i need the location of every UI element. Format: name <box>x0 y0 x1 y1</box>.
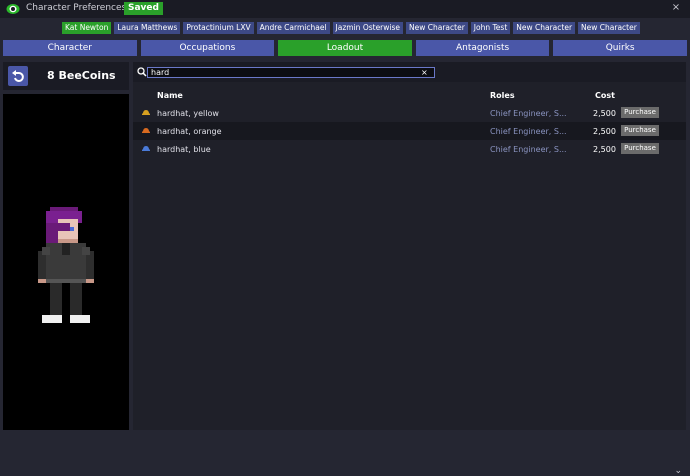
column-roles: Roles <box>490 91 515 100</box>
item-name: hardhat, blue <box>157 145 211 154</box>
search-bar: × <box>133 62 686 82</box>
tab-occupations[interactable]: Occupations <box>140 40 275 56</box>
item-roles: Chief Engineer, S... <box>490 127 567 136</box>
character-tab[interactable]: New Character <box>406 22 468 34</box>
tab-loadout[interactable]: Loadout <box>278 40 412 56</box>
column-cost: Cost <box>595 91 615 100</box>
purchase-button[interactable]: Purchase <box>621 107 659 118</box>
hardhat-icon <box>142 110 150 115</box>
undo-icon <box>12 70 24 82</box>
character-preview <box>3 94 129 430</box>
tab-character[interactable]: Character <box>3 40 137 56</box>
scroll-down-icon[interactable]: ⌄ <box>674 466 682 476</box>
rotate-preview-button[interactable] <box>8 66 28 86</box>
character-tab[interactable]: Jazmin Osterwise <box>332 22 404 34</box>
clear-search-icon[interactable]: × <box>421 67 428 78</box>
saved-badge: Saved <box>124 2 163 15</box>
item-roles: Chief Engineer, S... <box>490 109 567 118</box>
character-tab[interactable]: Protactinium LXV <box>183 22 254 34</box>
table-row: hardhat, blue Chief Engineer, S... 2,500… <box>133 140 686 158</box>
eye-icon <box>6 4 20 14</box>
table-row: hardhat, yellow Chief Engineer, S... 2,5… <box>133 104 686 122</box>
item-cost: 2,500 <box>593 109 616 118</box>
loadout-panel: × Name Roles Cost hardhat, yellow Chief … <box>133 62 686 476</box>
balance-bar: 8 BeeCoins <box>3 62 129 90</box>
title-bar: Character Preferences Saved × <box>0 0 690 18</box>
hardhat-icon <box>142 146 150 151</box>
tab-antagonists[interactable]: Antagonists <box>415 40 550 56</box>
character-tab[interactable]: Kat Newton <box>62 22 112 34</box>
section-tabs: Character Occupations Loadout Antagonist… <box>3 40 687 56</box>
character-tab[interactable]: New Character <box>513 22 576 34</box>
character-tab[interactable]: Laura Matthews <box>114 22 181 34</box>
character-sprite <box>38 207 94 323</box>
item-name: hardhat, yellow <box>157 109 219 118</box>
purchase-button[interactable]: Purchase <box>621 143 659 154</box>
character-selector: Kat Newton Laura Matthews Protactinium L… <box>62 22 640 34</box>
loadout-table: Name Roles Cost hardhat, yellow Chief En… <box>133 86 686 158</box>
table-row: hardhat, orange Chief Engineer, S... 2,5… <box>133 122 686 140</box>
item-roles: Chief Engineer, S... <box>490 145 567 154</box>
hardhat-icon <box>142 128 150 133</box>
item-cost: 2,500 <box>593 145 616 154</box>
column-name: Name <box>157 91 183 100</box>
purchase-button[interactable]: Purchase <box>621 125 659 136</box>
character-tab[interactable]: Andre Carmichael <box>256 22 330 34</box>
character-tab[interactable]: New Character <box>578 22 640 34</box>
table-header: Name Roles Cost <box>133 86 686 104</box>
item-name: hardhat, orange <box>157 127 222 136</box>
close-button[interactable]: × <box>670 2 682 14</box>
character-tab[interactable]: John Test <box>470 22 511 34</box>
item-cost: 2,500 <box>593 127 616 136</box>
search-icon <box>137 67 147 77</box>
search-input[interactable] <box>147 67 435 78</box>
tab-quirks[interactable]: Quirks <box>553 40 687 56</box>
beecoin-balance: 8 BeeCoins <box>47 69 116 82</box>
window-title: Character Preferences <box>26 3 127 13</box>
